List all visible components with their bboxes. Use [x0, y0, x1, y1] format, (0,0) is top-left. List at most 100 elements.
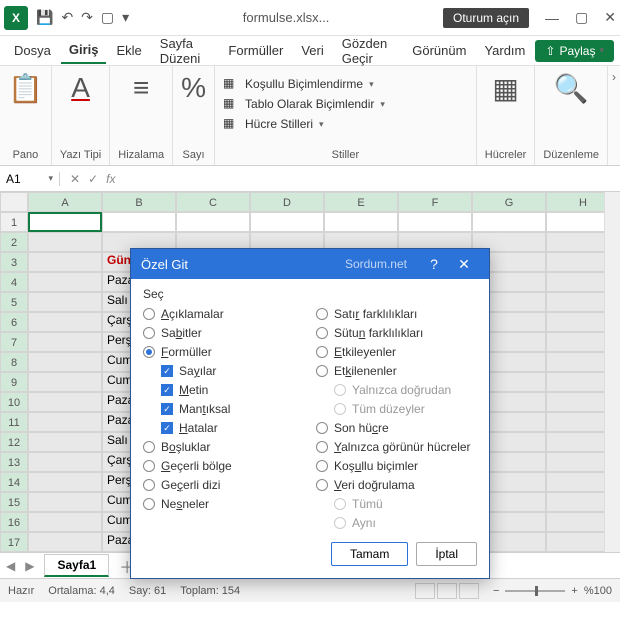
row-header[interactable]: 11: [0, 412, 28, 432]
save-icon[interactable]: 💾: [36, 9, 53, 26]
tab-görünüm[interactable]: Görünüm: [404, 38, 474, 63]
cell[interactable]: [28, 212, 102, 232]
cell[interactable]: [250, 212, 324, 232]
close-icon[interactable]: ✕: [604, 9, 616, 26]
cell[interactable]: [28, 292, 102, 312]
radio-sütun-farklılıkları[interactable]: Sütun farklılıkları: [316, 326, 477, 340]
cell[interactable]: [28, 412, 102, 432]
row-header[interactable]: 10: [0, 392, 28, 412]
cancel-formula-icon[interactable]: ✕: [70, 172, 80, 186]
row-header[interactable]: 5: [0, 292, 28, 312]
cell-styles-button[interactable]: ▦Hücre Stilleri ▾: [223, 116, 385, 132]
cell[interactable]: [472, 212, 546, 232]
tab-dosya[interactable]: Dosya: [6, 38, 59, 63]
qat-dropdown-icon[interactable]: ▾: [122, 9, 129, 26]
cell[interactable]: [176, 212, 250, 232]
checkbox-hatalar[interactable]: ✓Hatalar: [161, 421, 304, 435]
col-header[interactable]: C: [176, 192, 250, 212]
col-header[interactable]: F: [398, 192, 472, 212]
checkbox-metin[interactable]: ✓Metin: [161, 383, 304, 397]
search-icon[interactable]: 🔍: [554, 72, 589, 105]
conditional-format-button[interactable]: ▦Koşullu Biçimlendirme ▾: [223, 76, 385, 92]
row-header[interactable]: 4: [0, 272, 28, 292]
radio-açıklamalar[interactable]: Açıklamalar: [143, 307, 304, 321]
sheet-nav-next-icon[interactable]: ▶: [25, 559, 34, 573]
cell[interactable]: [28, 532, 102, 552]
ribbon-collapse[interactable]: ›: [608, 66, 620, 165]
cell[interactable]: [102, 212, 176, 232]
row-header[interactable]: 16: [0, 512, 28, 532]
tab-veri[interactable]: Veri: [293, 38, 331, 63]
radio-geçerli-dizi[interactable]: Geçerli dizi: [143, 478, 304, 492]
radio-boşluklar[interactable]: Boşluklar: [143, 440, 304, 454]
redo-icon[interactable]: ↷: [81, 9, 93, 26]
radio-formüller[interactable]: Formüller: [143, 345, 304, 359]
radio-son-hücre[interactable]: Son hücre: [316, 421, 477, 435]
row-header[interactable]: 6: [0, 312, 28, 332]
col-header[interactable]: B: [102, 192, 176, 212]
cell[interactable]: [28, 272, 102, 292]
cell[interactable]: [28, 432, 102, 452]
minimize-icon[interactable]: —: [545, 10, 559, 26]
row-header[interactable]: 13: [0, 452, 28, 472]
radio-yalnızca-görünür-hücreler[interactable]: Yalnızca görünür hücreler: [316, 440, 477, 454]
ok-button[interactable]: Tamam: [331, 542, 408, 566]
share-button[interactable]: ⇧ Paylaş ▾: [535, 40, 614, 62]
row-header[interactable]: 14: [0, 472, 28, 492]
vertical-scrollbar[interactable]: [604, 192, 620, 552]
radio-etkileyenler[interactable]: Etkileyenler: [316, 345, 477, 359]
radio-geçerli-bölge[interactable]: Geçerli bölge: [143, 459, 304, 473]
help-icon[interactable]: ?: [419, 256, 449, 272]
undo-icon[interactable]: ↶: [61, 9, 73, 26]
sheet-tab[interactable]: Sayfa1: [44, 554, 109, 577]
cell[interactable]: [28, 392, 102, 412]
zoom-in-icon[interactable]: +: [571, 585, 577, 597]
radio-etkilenenler[interactable]: Etkilenenler: [316, 364, 477, 378]
cell[interactable]: [28, 332, 102, 352]
tab-gözden geçir[interactable]: Gözden Geçir: [334, 31, 403, 71]
checkbox-sayılar[interactable]: ✓Sayılar: [161, 364, 304, 378]
tab-sayfa düzeni[interactable]: Sayfa Düzeni: [152, 31, 219, 71]
signin-button[interactable]: Oturum açın: [443, 8, 529, 28]
cell[interactable]: [28, 492, 102, 512]
tab-yardım[interactable]: Yardım: [476, 38, 533, 63]
percent-icon[interactable]: %: [181, 72, 206, 104]
cell[interactable]: [398, 212, 472, 232]
zoom-out-icon[interactable]: −: [493, 585, 499, 597]
cells-icon[interactable]: ▦: [492, 72, 518, 105]
row-header[interactable]: 9: [0, 372, 28, 392]
font-icon[interactable]: A: [71, 72, 90, 104]
cell[interactable]: [28, 472, 102, 492]
col-header[interactable]: G: [472, 192, 546, 212]
dialog-titlebar[interactable]: Özel Git Sordum.net ? ✕: [131, 249, 489, 279]
checkbox-mantıksal[interactable]: ✓Mantıksal: [161, 402, 304, 416]
select-all[interactable]: [0, 192, 28, 212]
col-header[interactable]: E: [324, 192, 398, 212]
tab-formüller[interactable]: Formüller: [220, 38, 291, 63]
clipboard-icon[interactable]: 📋: [8, 72, 43, 105]
maximize-icon[interactable]: ▢: [575, 9, 588, 26]
view-buttons[interactable]: [415, 583, 479, 599]
row-header[interactable]: 3: [0, 252, 28, 272]
tab-giriş[interactable]: Giriş: [61, 37, 107, 64]
tab-ekle[interactable]: Ekle: [108, 38, 149, 63]
cell[interactable]: [28, 512, 102, 532]
row-header[interactable]: 8: [0, 352, 28, 372]
col-header[interactable]: A: [28, 192, 102, 212]
format-as-table-button[interactable]: ▦Tablo Olarak Biçimlendir ▾: [223, 96, 385, 112]
align-icon[interactable]: ≡: [133, 72, 149, 104]
sheet-nav-prev-icon[interactable]: ◀: [6, 559, 15, 573]
col-header[interactable]: D: [250, 192, 324, 212]
radio-veri-doğrulama[interactable]: Veri doğrulama: [316, 478, 477, 492]
cell[interactable]: [28, 452, 102, 472]
cell[interactable]: [28, 372, 102, 392]
radio-satır-farklılıkları[interactable]: Satır farklılıkları: [316, 307, 477, 321]
radio-koşullu-biçimler[interactable]: Koşullu biçimler: [316, 459, 477, 473]
namebox[interactable]: A1▾: [0, 172, 60, 186]
accept-formula-icon[interactable]: ✓: [88, 172, 98, 186]
radio-sabitler[interactable]: Sabitler: [143, 326, 304, 340]
zoom-slider[interactable]: [505, 590, 565, 592]
row-header[interactable]: 1: [0, 212, 28, 232]
row-header[interactable]: 17: [0, 532, 28, 552]
row-header[interactable]: 7: [0, 332, 28, 352]
